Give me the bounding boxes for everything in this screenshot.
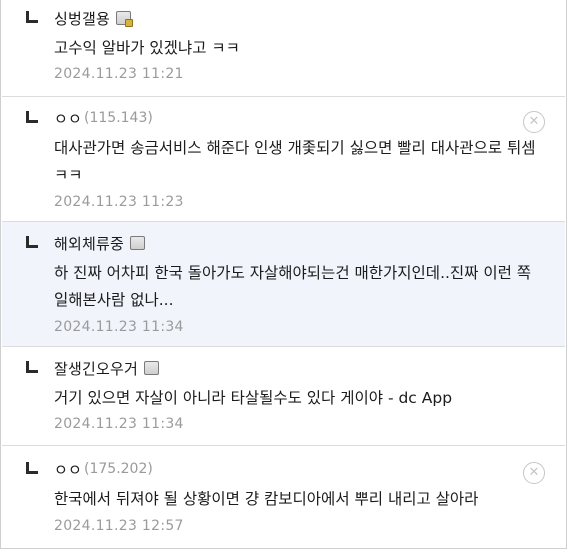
gallog-icon[interactable] bbox=[144, 361, 160, 375]
delete-icon[interactable]: ✕ bbox=[523, 462, 545, 484]
reply-arrow-icon bbox=[26, 462, 38, 474]
comment-text: 대사관가면 송금서비스 해준다 인생 개좇되기 싫으면 빨리 대사관으로 튀셈 … bbox=[54, 139, 536, 184]
comment-item: ㅇㅇ (115.143) ✕ 대사관가면 송금서비스 해준다 인생 개좇되기 싫… bbox=[2, 97, 565, 222]
comment-date: 2024.11.23 11:23 bbox=[54, 194, 184, 210]
comment-header: ㅇㅇ (115.143) bbox=[54, 107, 517, 129]
comment-text: 고수익 알바가 있겠냐고 ㅋㅋ bbox=[54, 39, 240, 57]
comment-list-frame: 싱벙갤용 고수익 알바가 있겠냐고 ㅋㅋ 2024.11.23 11:21 ㅇㅇ… bbox=[0, 0, 567, 549]
delete-icon[interactable]: ✕ bbox=[523, 111, 545, 133]
comment-item: 잘생긴오우거 거기 있으면 자살이 아니라 타살될수도 있다 게이야 - dc … bbox=[2, 347, 565, 446]
commenter-ip: (175.202) bbox=[84, 461, 153, 477]
comment-text: 한국에서 뒤져야 될 상황이면 걍 캄보디아에서 뿌리 내리고 살아라 bbox=[54, 490, 479, 508]
comment-date: 2024.11.23 11:34 bbox=[54, 416, 184, 432]
commenter-nickname[interactable]: 싱벙갤용 bbox=[54, 8, 110, 29]
comment-item: 싱벙갤용 고수익 알바가 있겠냐고 ㅋㅋ 2024.11.23 11:21 bbox=[2, 0, 565, 97]
commenter-nickname[interactable]: 잘생긴오우거 bbox=[54, 358, 138, 379]
comment-header: 싱벙갤용 bbox=[54, 7, 517, 29]
comment-date: 2024.11.23 11:21 bbox=[54, 66, 184, 82]
commenter-ip: (115.143) bbox=[84, 110, 153, 126]
comment-list: 싱벙갤용 고수익 알바가 있겠냐고 ㅋㅋ 2024.11.23 11:21 ㅇㅇ… bbox=[2, 0, 565, 547]
comment-header: ㅇㅇ (175.202) bbox=[54, 458, 517, 480]
reply-arrow-icon bbox=[26, 361, 38, 373]
comment-date: 2024.11.23 11:34 bbox=[54, 319, 184, 335]
commenter-nickname[interactable]: 해외체류중 bbox=[54, 233, 124, 254]
reply-arrow-icon bbox=[26, 236, 38, 248]
comment-text: 하 진짜 어차피 한국 돌아가도 자살해야되는건 매한가지인데..진짜 이런 쪽… bbox=[54, 264, 532, 309]
reply-arrow-icon bbox=[26, 11, 38, 23]
commenter-nickname[interactable]: ㅇㅇ bbox=[54, 459, 82, 480]
comment-item: 해외체류중 하 진짜 어차피 한국 돌아가도 자살해야되는건 매한가지인데..진… bbox=[2, 222, 565, 347]
commenter-nickname[interactable]: ㅇㅇ bbox=[54, 108, 82, 129]
comment-header: 해외체류중 bbox=[54, 232, 517, 254]
comment-text: 거기 있으면 자살이 아니라 타살될수도 있다 게이야 - dc App bbox=[54, 389, 453, 407]
comment-date: 2024.11.23 12:57 bbox=[54, 518, 184, 534]
comment-header: 잘생긴오우거 bbox=[54, 357, 517, 379]
reply-arrow-icon bbox=[26, 111, 38, 123]
gallog-icon[interactable] bbox=[116, 11, 134, 27]
comment-item: ㅇㅇ (175.202) ✕ 한국에서 뒤져야 될 상황이면 걍 캄보디아에서 … bbox=[2, 446, 565, 547]
gallog-icon[interactable] bbox=[130, 236, 146, 250]
